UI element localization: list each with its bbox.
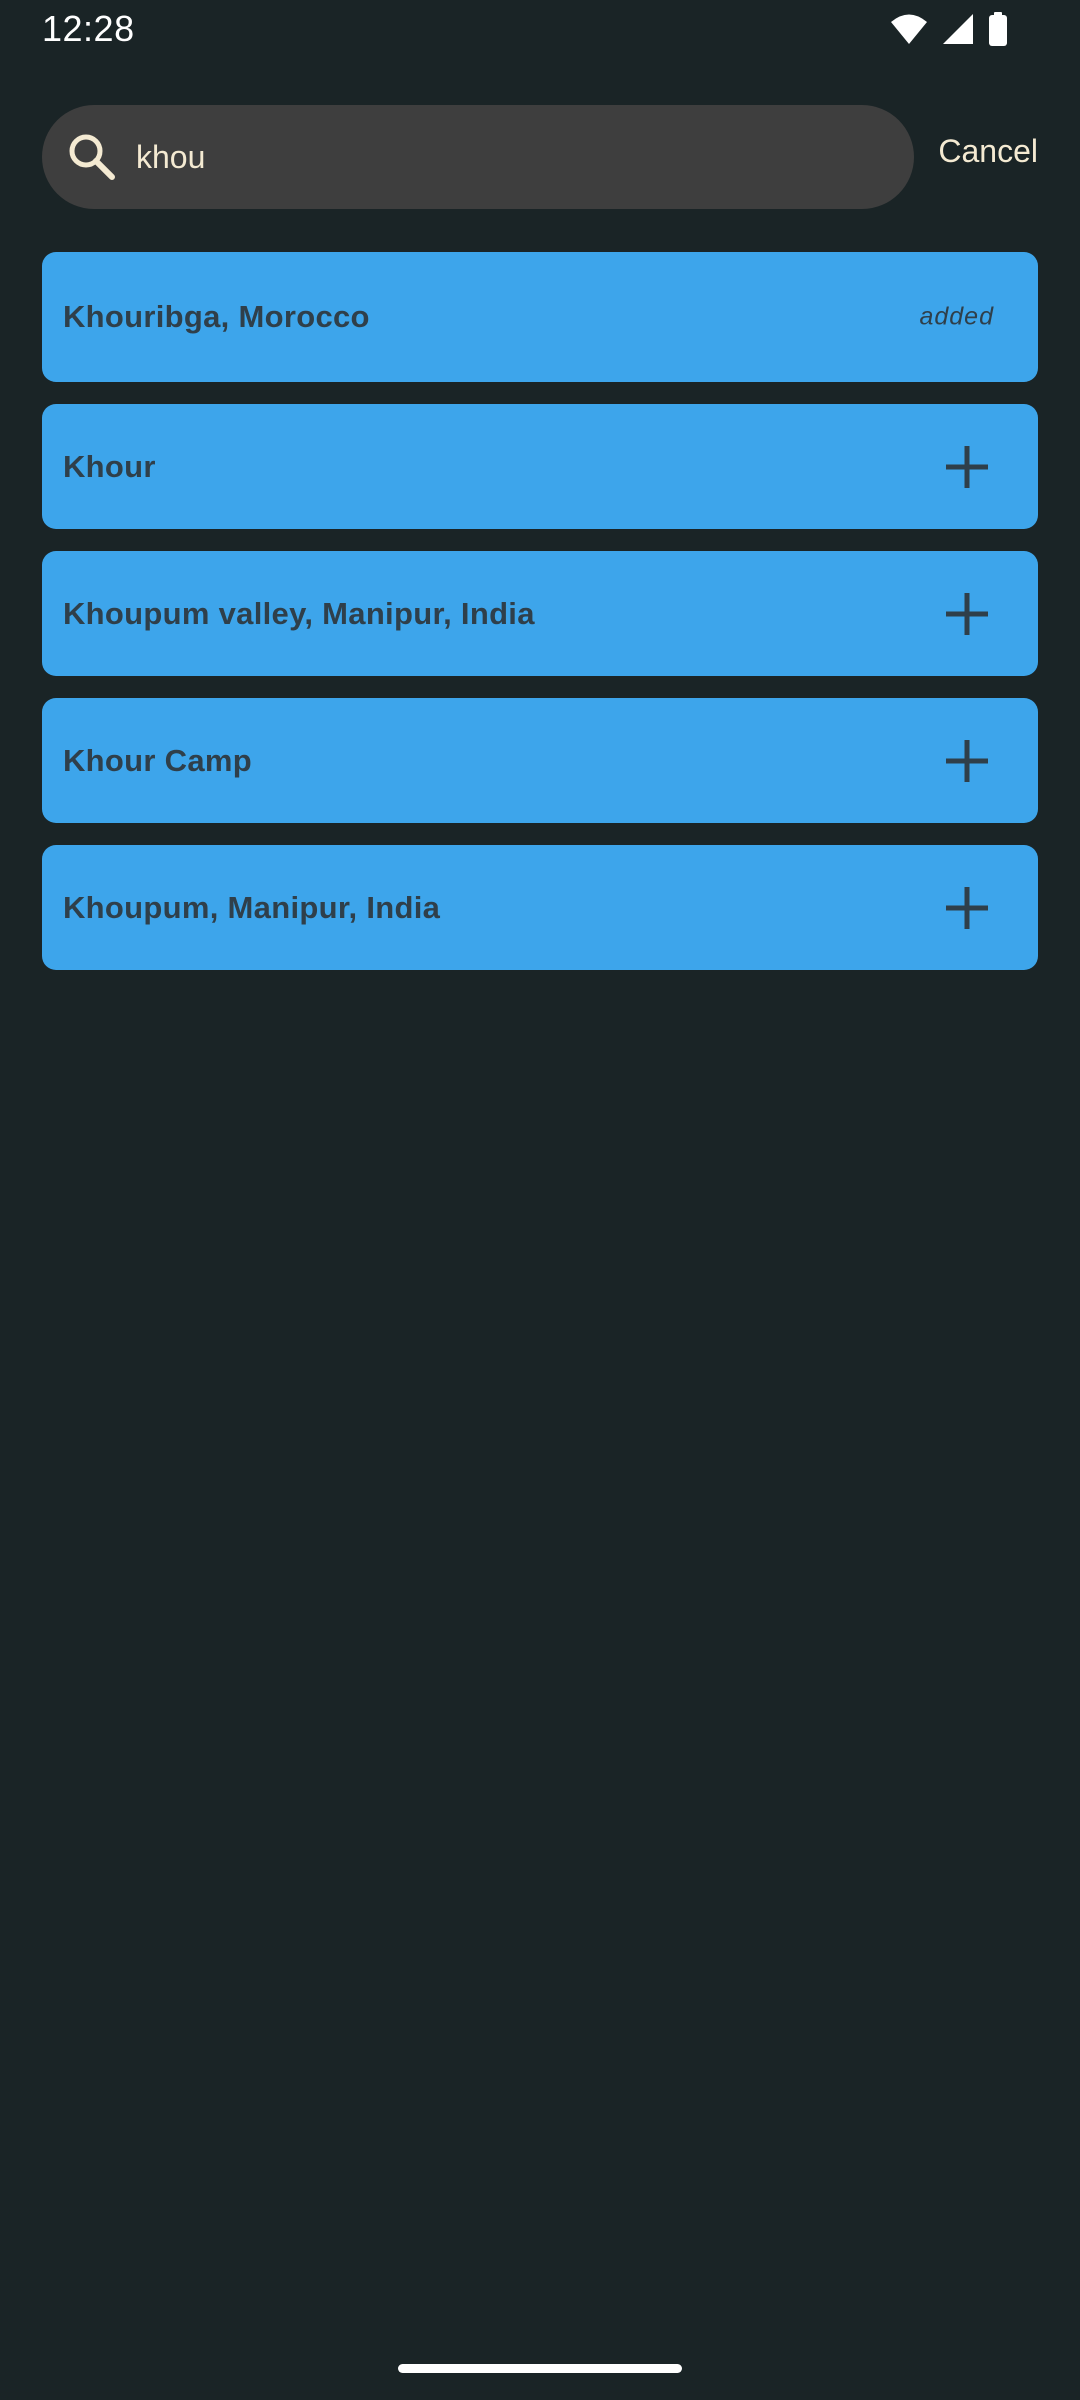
status-icons [890,12,1008,51]
result-label: Khoupum valley, Manipur, India [63,595,535,631]
search-box[interactable] [42,105,914,209]
list-item[interactable]: Khour Camp [42,698,1038,823]
cancel-button[interactable]: Cancel [938,133,1038,170]
list-item[interactable]: Khouribga, Morocco added [42,252,1038,382]
wifi-icon [890,13,928,50]
plus-icon[interactable] [938,438,996,496]
screen: 12:28 khou Cancel Khouribga, Morocco add… [0,0,1080,2400]
battery-icon [988,12,1008,51]
search-icon [66,131,118,183]
list-item[interactable]: Khoupum valley, Manipur, India [42,551,1038,676]
plus-icon[interactable] [938,732,996,790]
plus-icon[interactable] [938,585,996,643]
result-label: Khouribga, Morocco [63,299,370,334]
results-list: Khouribga, Morocco added Khour Khoupum v… [42,252,1038,992]
result-label: Khoupum, Manipur, India [63,889,441,925]
status-time: 12:28 [42,8,135,49]
home-indicator[interactable] [398,2364,682,2373]
search-row: Cancel [42,105,1038,209]
search-input[interactable] [136,127,876,187]
result-label: Khour [63,448,156,484]
cellular-signal-icon [942,13,974,50]
plus-icon[interactable] [938,879,996,937]
list-item[interactable]: Khour [42,404,1038,529]
added-status: added [919,302,994,331]
list-item[interactable]: Khoupum, Manipur, India [42,845,1038,970]
result-label: Khour Camp [63,742,252,778]
status-bar: 12:28 [0,0,1080,62]
